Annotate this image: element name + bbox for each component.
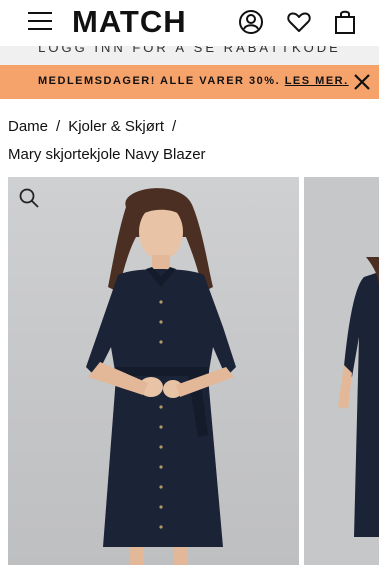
menu-icon[interactable] bbox=[28, 12, 52, 32]
breadcrumb-separator: / bbox=[172, 118, 177, 135]
heart-icon[interactable] bbox=[286, 9, 312, 35]
product-title: Mary skjortekjole Navy Blazer bbox=[8, 146, 206, 163]
cart-icon[interactable] bbox=[332, 9, 358, 35]
breadcrumb: Dame / Kjoler & Skjørt / bbox=[8, 118, 184, 135]
promo-banner: MEDLEMSDAGER! ALLE VARER 30%. LES MER. bbox=[0, 65, 379, 99]
site-header: MATCH bbox=[0, 0, 379, 46]
banner-message: MEDLEMSDAGER! ALLE VARER 30%. bbox=[38, 75, 281, 87]
product-image-next[interactable] bbox=[304, 177, 379, 565]
banner-read-more-link[interactable]: LES MER. bbox=[285, 75, 349, 87]
breadcrumb-kjoler-skjort[interactable]: Kjoler & Skjørt bbox=[68, 118, 164, 135]
search-icon[interactable] bbox=[18, 187, 40, 209]
promo-message: LOGG INN FOR Å SE RABATTKODE bbox=[0, 46, 379, 65]
model-illustration bbox=[86, 188, 236, 565]
account-icon[interactable] bbox=[238, 9, 264, 35]
product-image-main[interactable] bbox=[8, 177, 299, 565]
page-bottom bbox=[0, 565, 379, 575]
product-gallery[interactable] bbox=[8, 177, 379, 565]
model-illustration-partial bbox=[338, 257, 379, 537]
close-icon[interactable] bbox=[352, 72, 372, 92]
site-logo[interactable]: MATCH bbox=[72, 4, 187, 40]
banner-text: MEDLEMSDAGER! ALLE VARER 30%. LES MER. bbox=[38, 75, 349, 87]
breadcrumb-dame[interactable]: Dame bbox=[8, 118, 48, 135]
breadcrumb-separator: / bbox=[56, 118, 61, 135]
